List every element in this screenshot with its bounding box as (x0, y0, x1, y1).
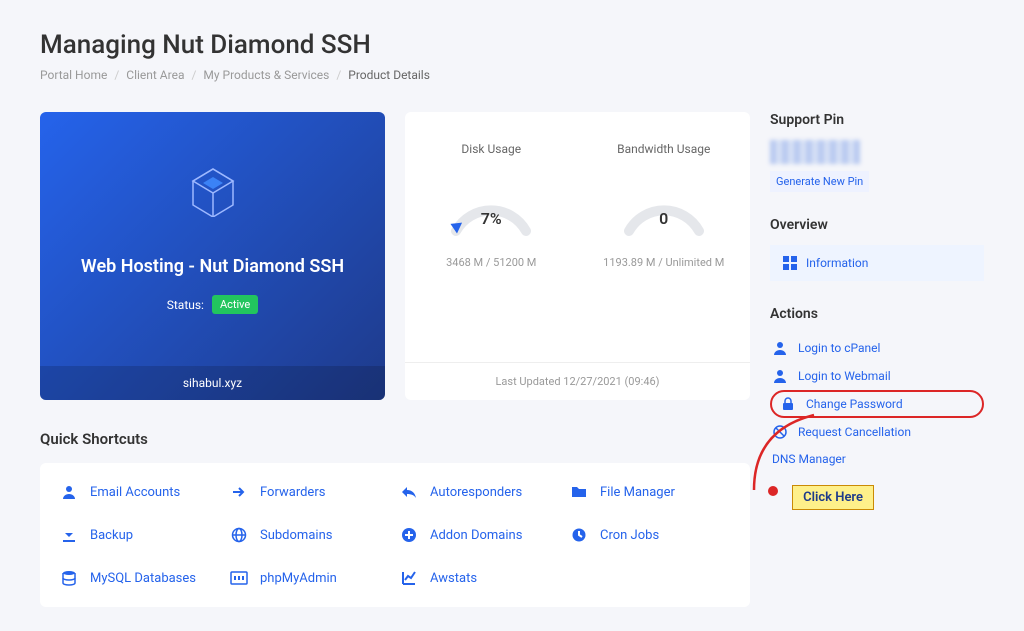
bandwidth-usage-gauge: Bandwidth Usage 0 1193.89 M / Unlimited … (578, 142, 751, 362)
shortcut-forwarders[interactable]: Forwarders (230, 483, 390, 501)
action-label: Request Cancellation (798, 425, 911, 439)
person-icon (772, 368, 788, 384)
disk-usage-gauge: Disk Usage 7% 3468 M / 51200 M (405, 142, 578, 362)
cancel-icon (772, 424, 788, 440)
breadcrumb-link[interactable]: Portal Home (40, 68, 107, 82)
status-label: Status: (167, 298, 204, 312)
clock-icon (570, 526, 588, 544)
shortcut-file-manager[interactable]: File Manager (570, 483, 730, 501)
action-login-to-cpanel[interactable]: Login to cPanel (770, 334, 984, 362)
pin-value-blurred (770, 140, 860, 164)
download-icon (60, 526, 78, 544)
action-label: Change Password (806, 397, 903, 411)
breadcrumb-sep: / (114, 68, 119, 82)
annotation-label: Click Here (792, 485, 874, 510)
shortcut-cron-jobs[interactable]: Cron Jobs (570, 526, 730, 544)
database-icon (60, 569, 78, 587)
shortcut-backup[interactable]: Backup (60, 526, 220, 544)
shortcut-label: Backup (90, 528, 133, 543)
overview-information[interactable]: Information (770, 245, 984, 281)
shortcut-awstats[interactable]: Awstats (400, 569, 560, 587)
product-card: Web Hosting - Nut Diamond SSH Status: Ac… (40, 112, 385, 400)
gauge-detail: 3468 M / 51200 M (405, 256, 578, 269)
arrow-right-icon (230, 483, 248, 501)
overview-section: Overview Information (770, 217, 984, 281)
gauge-title: Disk Usage (405, 142, 578, 156)
plus-circle-icon (400, 526, 418, 544)
chart-icon (400, 569, 418, 587)
last-updated: Last Updated 12/27/2021 (09:46) (405, 362, 750, 400)
shortcut-label: MySQL Databases (90, 571, 196, 586)
page-title: Managing Nut Diamond SSH (40, 30, 984, 60)
action-label: DNS Manager (772, 452, 846, 466)
shortcut-label: Subdomains (260, 528, 332, 543)
product-name: Web Hosting - Nut Diamond SSH (81, 256, 344, 277)
shortcut-autoresponders[interactable]: Autoresponders (400, 483, 560, 501)
action-label: Login to cPanel (798, 341, 880, 355)
action-login-to-webmail[interactable]: Login to Webmail (770, 362, 984, 390)
product-domain: sihabul.xyz (40, 366, 385, 400)
annotation-dot (768, 486, 778, 496)
shortcut-label: File Manager (600, 485, 675, 500)
gauge-value: 7% (441, 209, 541, 228)
shortcut-email-accounts[interactable]: Email Accounts (60, 483, 220, 501)
breadcrumb-current: Product Details (348, 68, 430, 82)
shortcut-addon-domains[interactable]: Addon Domains (400, 526, 560, 544)
breadcrumb: Portal Home / Client Area / My Products … (40, 68, 984, 82)
shortcut-mysql-databases[interactable]: MySQL Databases (60, 569, 220, 587)
person-icon (772, 340, 788, 356)
shortcut-label: Autoresponders (430, 485, 522, 500)
actions-section: Actions Login to cPanel Login to Webmail C… (770, 306, 984, 472)
shortcut-phpmyadmin[interactable]: phpMyAdmin (230, 569, 390, 587)
reply-icon (400, 483, 418, 501)
shortcut-label: Forwarders (260, 485, 325, 500)
shortcut-label: phpMyAdmin (260, 571, 337, 586)
shortcut-label: Cron Jobs (600, 528, 659, 543)
lock-icon (780, 396, 796, 412)
cube-icon (191, 167, 235, 221)
action-request-cancellation[interactable]: Request Cancellation (770, 418, 984, 446)
shortcut-subdomains[interactable]: Subdomains (230, 526, 390, 544)
usage-card: Disk Usage 7% 3468 M / 51200 M Bandwidth… (405, 112, 750, 400)
action-label: Login to Webmail (798, 369, 891, 383)
sidebar-title: Overview (770, 217, 984, 233)
gauge-value: 0 (614, 209, 714, 228)
breadcrumb-sep: / (191, 68, 196, 82)
shortcut-label: Awstats (430, 571, 477, 586)
sidebar-title: Actions (770, 306, 984, 322)
shortcuts-title: Quick Shortcuts (40, 430, 750, 448)
shortcut-label: Addon Domains (430, 528, 522, 543)
shortcuts-card: Email Accounts Forwarders Autoresponders Fi… (40, 463, 750, 607)
gauge-detail: 1193.89 M / Unlimited M (578, 256, 751, 269)
shortcut-label: Email Accounts (90, 485, 180, 500)
support-pin-section: Support Pin Generate New Pin (770, 112, 984, 192)
info-icon (782, 255, 798, 271)
overview-label: Information (806, 256, 868, 270)
breadcrumb-link[interactable]: Client Area (126, 68, 184, 82)
action-dns-manager[interactable]: DNS Manager (770, 446, 984, 472)
folder-icon (570, 483, 588, 501)
status-badge: Active (212, 295, 258, 314)
generate-pin-link[interactable]: Generate New Pin (770, 171, 869, 192)
php-icon (230, 569, 248, 587)
person-icon (60, 483, 78, 501)
breadcrumb-sep: / (336, 68, 341, 82)
gauge-title: Bandwidth Usage (578, 142, 751, 156)
globe-icon (230, 526, 248, 544)
breadcrumb-link[interactable]: My Products & Services (203, 68, 329, 82)
sidebar-title: Support Pin (770, 112, 984, 128)
action-change-password[interactable]: Change Password (770, 390, 984, 418)
